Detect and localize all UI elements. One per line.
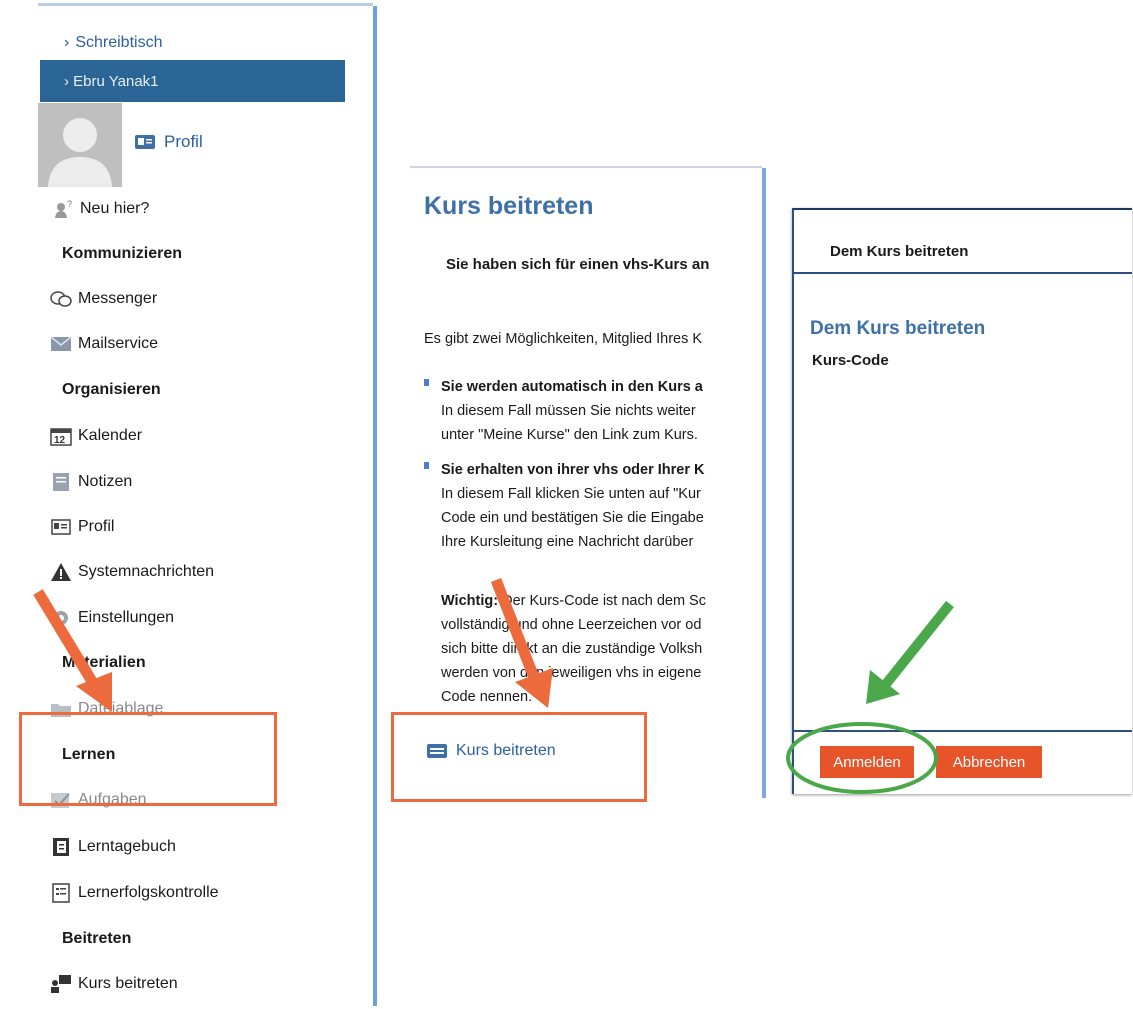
sidebar-item-new-here[interactable]: ? Neu hier?: [52, 199, 149, 219]
profile-link[interactable]: Profil: [134, 132, 203, 152]
checklist-icon: [50, 883, 72, 903]
page-title: Kurs beitreten: [424, 192, 594, 220]
option1-text: In diesem Fall müssen Sie nichts weiter: [441, 403, 696, 419]
important-note: werden von den jeweiligen vhs in eigene: [441, 665, 702, 681]
user-name: › Ebru Yanak1: [64, 73, 159, 90]
section-heading-materials: Materialien: [62, 654, 146, 671]
option2-text: In diesem Fall klicken Sie unten auf "Ku…: [441, 486, 701, 502]
section-heading-join: Beitreten: [62, 930, 132, 947]
chevron-right-icon: ›: [64, 34, 70, 51]
svg-text:12: 12: [54, 435, 66, 446]
dialog-header-title: Dem Kurs beitreten: [830, 243, 969, 260]
diary-icon: [50, 837, 72, 857]
login-button[interactable]: Anmelden: [820, 746, 914, 778]
warning-icon: [50, 562, 72, 582]
sidebar-item-calendar[interactable]: 12 Kalender: [50, 426, 142, 446]
important-note: Code nennen.: [441, 689, 533, 705]
highlight-box-sidebar: [19, 712, 277, 806]
option2-title: Sie erhalten von ihrer vhs oder Ihrer K: [441, 462, 705, 478]
panel-subtitle: Sie haben sich für einen vhs-Kurs an: [446, 256, 710, 273]
option2-text: Ihre Kursleitung eine Nachricht darüber: [441, 534, 694, 550]
sidebar-item-join-course[interactable]: Kurs beitreten: [50, 974, 178, 994]
option1-text: unter "Meine Kurse" den Link zum Kurs.: [441, 427, 698, 443]
gear-icon: [50, 608, 72, 628]
sidebar-item-notes[interactable]: Notizen: [50, 472, 132, 492]
important-note: Wichtig: Der Kurs-Code ist nach dem Sc: [441, 593, 706, 609]
svg-text:?: ?: [67, 199, 72, 209]
course-code-label: Kurs-Code: [812, 352, 889, 369]
id-card-icon: [135, 135, 155, 149]
intro-text: Es gibt zwei Möglichkeiten, Mitglied Ihr…: [424, 331, 703, 347]
option2-text: Code ein und bestätigen Sie die Eingabe: [441, 510, 704, 526]
sidebar-item-profile[interactable]: Profil: [50, 517, 114, 537]
sidebar-item-progress-check[interactable]: Lernerfolgskontrolle: [50, 883, 219, 903]
join-course-dialog: Dem Kurs beitreten Dem Kurs beitreten Ku…: [792, 208, 1132, 794]
sidebar-item-system-messages[interactable]: Systemnachrichten: [50, 562, 214, 582]
sidebar-item-learning-diary[interactable]: Lerntagebuch: [50, 837, 176, 857]
dialog-title: Dem Kurs beitreten: [810, 318, 986, 339]
bullet-icon: [424, 379, 429, 386]
section-heading-organize: Organisieren: [62, 381, 161, 398]
dialog-footer-divider: [794, 730, 1132, 732]
user-silhouette-icon: [48, 118, 112, 187]
option1-title: Sie werden automatisch in den Kurs a: [441, 379, 703, 395]
sidebar-item-label: Schreibtisch: [75, 34, 163, 51]
join-course-panel: Kurs beitreten Sie haben sich für einen …: [410, 168, 762, 798]
cancel-button[interactable]: Abbrechen: [936, 746, 1042, 778]
mail-icon: [50, 334, 72, 354]
note-icon: [50, 472, 72, 492]
classroom-icon: [50, 974, 72, 994]
sidebar-item-settings[interactable]: Einstellungen: [50, 608, 174, 628]
calendar-icon: 12: [50, 426, 72, 446]
sidebar-item-messenger[interactable]: Messenger: [50, 289, 157, 309]
important-note: sich bitte direkt an die zuständige Volk…: [441, 641, 703, 657]
sidebar: › Schreibtisch › Ebru Yanak1 Profil ? Ne…: [38, 6, 373, 1006]
sidebar-item-schreibtisch[interactable]: › Schreibtisch: [64, 34, 162, 52]
user-bar[interactable]: › Ebru Yanak1: [40, 60, 345, 102]
avatar[interactable]: [38, 103, 122, 187]
important-note: vollständig und ohne Leerzeichen vor od: [441, 617, 702, 633]
question-user-icon: ?: [52, 199, 74, 219]
id-card-icon: [50, 517, 72, 537]
chat-bubbles-icon: [50, 289, 72, 309]
highlight-box-join-link: [391, 712, 647, 802]
sidebar-item-mailservice[interactable]: Mailservice: [50, 334, 158, 354]
dialog-header: Dem Kurs beitreten: [794, 210, 1132, 274]
bullet-icon: [424, 462, 429, 469]
section-heading-communicate: Kommunizieren: [62, 245, 183, 262]
